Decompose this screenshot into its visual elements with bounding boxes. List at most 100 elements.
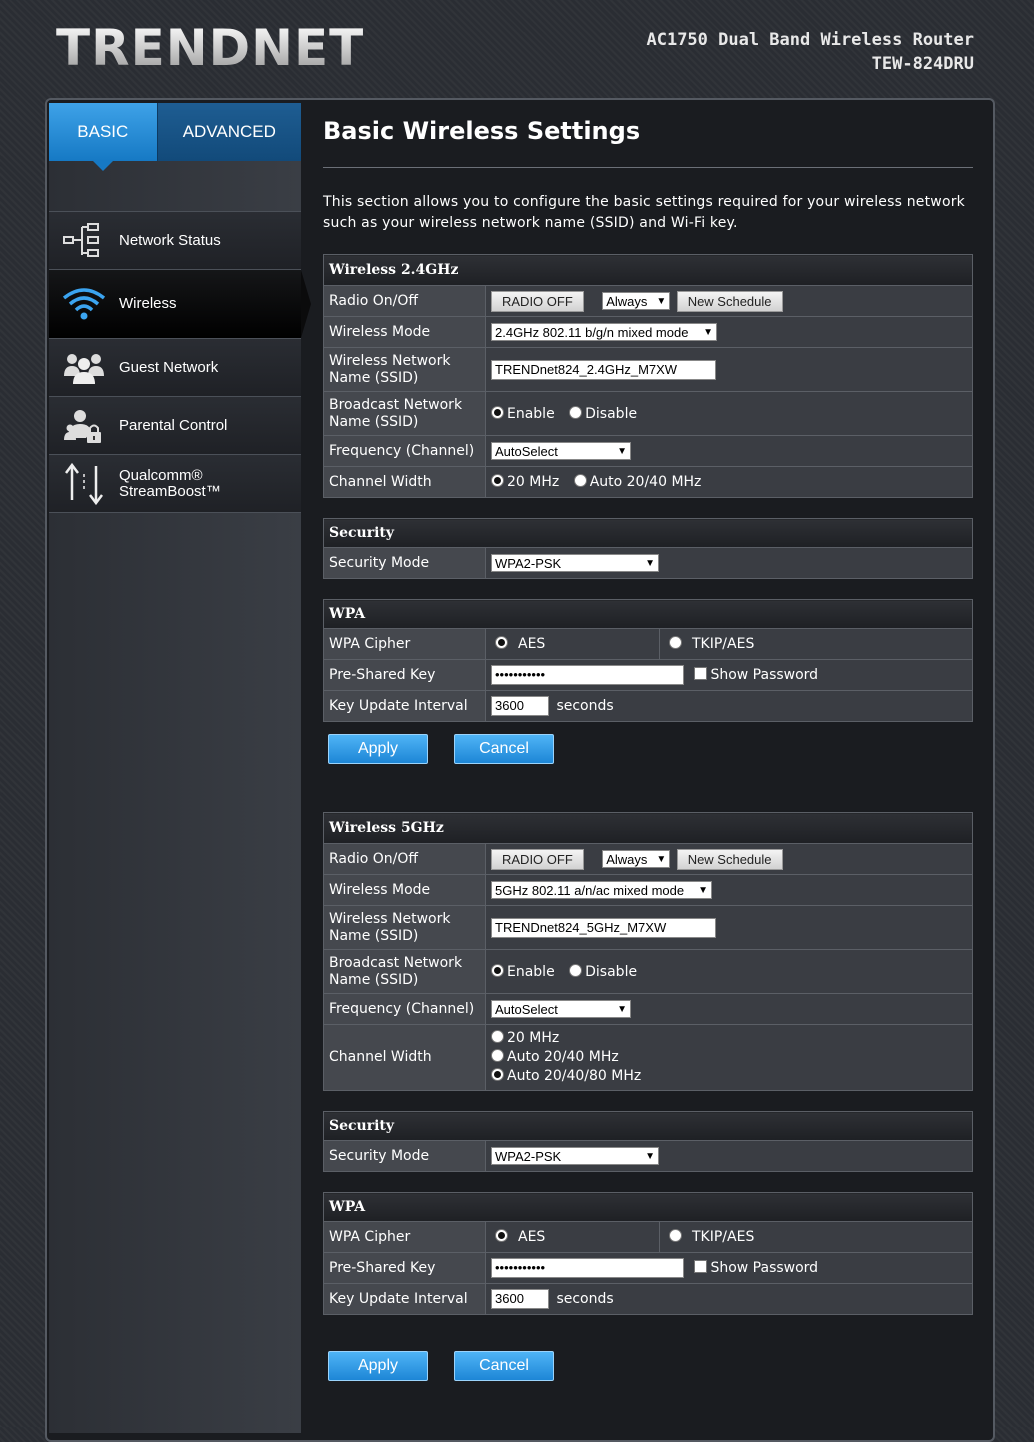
wifi-icon bbox=[49, 286, 119, 322]
sidebar-item-network-status[interactable]: Network Status bbox=[49, 212, 301, 270]
radio-off-button[interactable]: RADIO OFF bbox=[491, 848, 584, 870]
frequency-label: Frequency (Channel) bbox=[323, 993, 486, 1025]
show-password-checkbox[interactable] bbox=[694, 667, 708, 680]
chevron-down-icon: ▼ bbox=[656, 295, 667, 307]
security-title: Security bbox=[323, 518, 973, 548]
show-password-checkbox[interactable] bbox=[694, 1260, 708, 1273]
broadcast-disable-radio[interactable] bbox=[569, 405, 583, 419]
chevron-down-icon: ▼ bbox=[645, 557, 655, 569]
width-204080-label: Auto 20/40/80 MHz bbox=[507, 1068, 642, 1084]
psk-label: Pre-Shared Key bbox=[323, 659, 486, 691]
schedule-select[interactable]: Always ▼ bbox=[602, 850, 671, 868]
broadcast-disable-radio[interactable] bbox=[569, 963, 583, 977]
page-title: Basic Wireless Settings bbox=[323, 117, 973, 168]
broadcast-enable-radio[interactable] bbox=[491, 405, 504, 419]
ssid-label: Wireless Network Name (SSID) bbox=[323, 347, 486, 392]
cipher-aes-radio[interactable] bbox=[495, 1229, 508, 1242]
broadcast-enable-label: Enable bbox=[507, 405, 555, 422]
cipher-tkip-radio[interactable] bbox=[669, 636, 682, 649]
chevron-down-icon: ▼ bbox=[698, 884, 708, 896]
channel-select[interactable]: AutoSelect ▼ bbox=[491, 442, 631, 460]
chevron-down-icon: ▼ bbox=[656, 853, 667, 865]
sidebar-item-guest-network[interactable]: Guest Network bbox=[49, 339, 301, 397]
width-2040-label: Auto 20/40 MHz bbox=[507, 1049, 619, 1065]
cancel-button[interactable]: Cancel bbox=[454, 1351, 554, 1381]
width-20-label: 20 MHz bbox=[507, 474, 560, 490]
product-title: AC1750 Dual Band Wireless Router TEW-824… bbox=[646, 28, 974, 76]
chevron-down-icon: ▼ bbox=[617, 1003, 627, 1015]
sidebar-item-parental-control[interactable]: Parental Control bbox=[49, 397, 301, 455]
cipher-aes-radio[interactable] bbox=[495, 636, 508, 649]
tab-advanced[interactable]: ADVANCED bbox=[156, 103, 301, 161]
channel-width-label: Channel Width bbox=[323, 466, 486, 498]
apply-button[interactable]: Apply bbox=[328, 1351, 428, 1381]
wireless-mode-value: 5GHz 802.11 a/n/ac mixed mode bbox=[495, 882, 685, 898]
wpa-title: WPA bbox=[323, 599, 973, 629]
wireless-mode-select[interactable]: 2.4GHz 802.11 b/g/n mixed mode ▼ bbox=[491, 323, 717, 341]
broadcast-label: Broadcast Network Name (SSID) bbox=[323, 391, 486, 436]
key-interval-label: Key Update Interval bbox=[323, 690, 486, 722]
frequency-label: Frequency (Channel) bbox=[323, 435, 486, 467]
show-password-label: Show Password bbox=[710, 667, 819, 683]
channel-select[interactable]: AutoSelect ▼ bbox=[491, 1000, 631, 1018]
security-mode-select[interactable]: WPA2-PSK ▼ bbox=[491, 1147, 659, 1165]
network-status-icon bbox=[49, 221, 119, 261]
tab-basic[interactable]: BASIC bbox=[49, 103, 157, 171]
wpa-24-table: WPA WPA Cipher AES TKIP/AES Pre-Shared K… bbox=[323, 599, 973, 722]
product-name: AC1750 Dual Band Wireless Router bbox=[646, 30, 974, 50]
cipher-tkip-radio[interactable] bbox=[669, 1229, 682, 1242]
seconds-label: seconds bbox=[556, 698, 614, 714]
chevron-down-icon: ▼ bbox=[645, 1150, 655, 1162]
radio-off-button[interactable]: RADIO OFF bbox=[491, 290, 584, 312]
apply-button[interactable]: Apply bbox=[328, 734, 428, 764]
schedule-select[interactable]: Always ▼ bbox=[602, 292, 671, 310]
trendnet-logo: TRENDNET bbox=[56, 19, 365, 77]
wpa-5-table: WPA WPA Cipher AES TKIP/AES Pre-Shared K… bbox=[323, 1192, 973, 1315]
security-24-table: Security Security Mode WPA2-PSK ▼ bbox=[323, 518, 973, 579]
cipher-aes-label: AES bbox=[518, 636, 546, 652]
sidebar-item-wireless[interactable]: Wireless bbox=[49, 270, 311, 339]
security-mode-value: WPA2-PSK bbox=[495, 555, 562, 571]
width-2040-label: Auto 20/40 MHz bbox=[589, 474, 702, 490]
security-mode-label: Security Mode bbox=[323, 1140, 486, 1172]
broadcast-enable-radio[interactable] bbox=[491, 963, 504, 977]
ssid-label: Wireless Network Name (SSID) bbox=[323, 905, 486, 950]
width-20-radio[interactable] bbox=[491, 474, 504, 487]
width-204080-radio[interactable] bbox=[491, 1068, 504, 1081]
security-mode-select[interactable]: WPA2-PSK ▼ bbox=[491, 554, 659, 572]
main-content: Basic Wireless Settings This section all… bbox=[323, 103, 973, 1405]
new-schedule-button[interactable]: New Schedule bbox=[676, 848, 783, 870]
wireless-mode-select[interactable]: 5GHz 802.11 a/n/ac mixed mode ▼ bbox=[491, 881, 712, 899]
sidebar-item-label: Network Status bbox=[119, 231, 221, 249]
show-password-label: Show Password bbox=[710, 1260, 819, 1276]
streamboost-icon bbox=[49, 462, 119, 506]
cipher-tkip-label: TKIP/AES bbox=[692, 1229, 755, 1245]
radio-label: Radio On/Off bbox=[323, 285, 486, 317]
chevron-down-icon: ▼ bbox=[617, 445, 627, 457]
button-bar-24: Apply Cancel bbox=[323, 722, 973, 812]
sidebar-item-label: Qualcomm® StreamBoost™ bbox=[119, 467, 221, 500]
width-2040-radio[interactable] bbox=[573, 474, 587, 487]
psk-input[interactable]: ••••••••••• bbox=[491, 1258, 684, 1278]
wireless-5-table: Wireless 5GHz Radio On/Off RADIO OFF Alw… bbox=[323, 812, 973, 1091]
cancel-button[interactable]: Cancel bbox=[454, 734, 554, 764]
section-title-5ghz: Wireless 5GHz bbox=[323, 812, 973, 844]
sidebar-item-streamboost[interactable]: Qualcomm® StreamBoost™ bbox=[49, 455, 301, 513]
channel-value: AutoSelect bbox=[495, 443, 558, 459]
ssid-input[interactable]: TRENDnet824_2.4GHz_M7XW bbox=[491, 359, 716, 380]
sidebar-item-label: Parental Control bbox=[119, 416, 228, 434]
cipher-label: WPA Cipher bbox=[323, 1221, 486, 1253]
width-20-radio[interactable] bbox=[491, 1030, 504, 1043]
ssid-input[interactable]: TRENDnet824_5GHz_M7XW bbox=[491, 917, 716, 938]
key-interval-input[interactable]: 3600 bbox=[491, 696, 549, 716]
schedule-value: Always bbox=[606, 293, 648, 309]
new-schedule-button[interactable]: New Schedule bbox=[676, 290, 783, 312]
wpa-title: WPA bbox=[323, 1192, 973, 1222]
product-model: TEW-824DRU bbox=[871, 54, 974, 74]
key-interval-input[interactable]: 3600 bbox=[491, 1289, 549, 1309]
channel-width-label: Channel Width bbox=[323, 1024, 486, 1091]
width-2040-radio[interactable] bbox=[491, 1049, 504, 1062]
psk-input[interactable]: ••••••••••• bbox=[491, 665, 684, 685]
security-mode-label: Security Mode bbox=[323, 547, 486, 579]
wireless-mode-value: 2.4GHz 802.11 b/g/n mixed mode bbox=[495, 324, 689, 340]
